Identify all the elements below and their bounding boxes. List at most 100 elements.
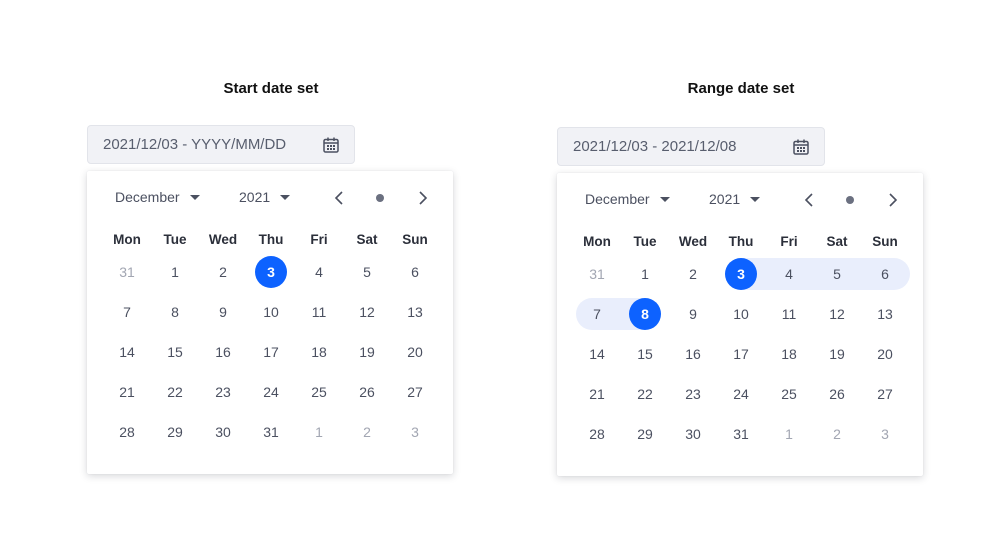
day-cell-outside-month[interactable]: 1: [765, 414, 813, 454]
day-cell[interactable]: 21: [103, 372, 151, 412]
day-cell-inrange[interactable]: 4: [765, 254, 813, 294]
day-cell[interactable]: 26: [813, 374, 861, 414]
day-number: 13: [407, 304, 423, 320]
day-cell[interactable]: 28: [573, 414, 621, 454]
day-number: 26: [359, 384, 375, 400]
weekday-label: Fri: [780, 234, 798, 249]
date-range-input[interactable]: 2021/12/03 - 2021/12/08: [557, 127, 825, 166]
day-cell-inrange[interactable]: 6: [861, 254, 910, 294]
day-cell[interactable]: 17: [717, 334, 765, 374]
calendar-header: December 2021: [87, 171, 453, 225]
day-cell[interactable]: 16: [199, 332, 247, 372]
day-cell[interactable]: 24: [717, 374, 765, 414]
chevron-right-icon[interactable]: [413, 189, 431, 207]
day-cell[interactable]: 12: [813, 294, 861, 334]
day-cell[interactable]: 19: [343, 332, 391, 372]
day-cell[interactable]: 10: [247, 292, 295, 332]
day-cell[interactable]: 6: [391, 252, 439, 292]
day-cell[interactable]: 2: [669, 254, 717, 294]
day-number: 1: [785, 426, 793, 442]
day-cell[interactable]: 16: [669, 334, 717, 374]
day-cell[interactable]: 13: [861, 294, 909, 334]
today-dot-icon[interactable]: [846, 196, 854, 204]
day-cell[interactable]: 21: [573, 374, 621, 414]
day-cell[interactable]: 4: [295, 252, 343, 292]
weekday-label: Tue: [163, 232, 187, 247]
day-number: 25: [311, 384, 327, 400]
chevron-left-icon[interactable]: [331, 189, 349, 207]
month-label: December: [115, 189, 180, 205]
day-cell[interactable]: 15: [621, 334, 669, 374]
day-cell[interactable]: 22: [621, 374, 669, 414]
day-cell-outside-month[interactable]: 3: [391, 412, 439, 452]
day-cell[interactable]: 24: [247, 372, 295, 412]
day-cell[interactable]: 30: [199, 412, 247, 452]
day-cell[interactable]: 12: [343, 292, 391, 332]
day-cell[interactable]: 18: [765, 334, 813, 374]
day-cell[interactable]: 13: [391, 292, 439, 332]
calendar-week-row: 7 8 9 10 11 12 13: [103, 292, 445, 332]
day-cell[interactable]: 8: [151, 292, 199, 332]
day-cell-outside-month[interactable]: 3: [861, 414, 909, 454]
year-select[interactable]: 2021: [239, 189, 291, 205]
day-cell[interactable]: 20: [391, 332, 439, 372]
day-cell-inrange[interactable]: 7: [573, 294, 621, 334]
day-cell-outside-month[interactable]: 2: [813, 414, 861, 454]
day-cell[interactable]: 11: [295, 292, 343, 332]
day-cell[interactable]: 1: [151, 252, 199, 292]
day-cell[interactable]: 27: [861, 374, 909, 414]
day-cell-inrange[interactable]: 5: [813, 254, 861, 294]
day-cell[interactable]: 31: [247, 412, 295, 452]
day-cell[interactable]: 11: [765, 294, 813, 334]
day-cell[interactable]: 5: [343, 252, 391, 292]
day-cell[interactable]: 27: [391, 372, 439, 412]
day-cell[interactable]: 9: [199, 292, 247, 332]
day-cell[interactable]: 10: [717, 294, 765, 334]
weekday-label: Tue: [633, 234, 657, 249]
weekday-label: Sun: [872, 234, 898, 249]
day-cell-outside-month[interactable]: 2: [343, 412, 391, 452]
today-dot-icon[interactable]: [376, 194, 384, 202]
day-cell[interactable]: 29: [621, 414, 669, 454]
calendar-icon[interactable]: [322, 136, 340, 154]
day-cell-range-start[interactable]: 3: [717, 254, 765, 294]
month-select[interactable]: December: [115, 189, 200, 205]
day-cell[interactable]: 1: [621, 254, 669, 294]
day-cell[interactable]: 23: [669, 374, 717, 414]
day-cell[interactable]: 18: [295, 332, 343, 372]
calendar-week-row: 28 29 30 31 1 2 3: [573, 414, 915, 454]
day-cell[interactable]: 20: [861, 334, 909, 374]
day-cell[interactable]: 15: [151, 332, 199, 372]
day-cell[interactable]: 7: [103, 292, 151, 332]
day-cell-range-end[interactable]: 8: [621, 294, 669, 334]
day-cell[interactable]: 17: [247, 332, 295, 372]
weekday-label: Sat: [826, 234, 848, 249]
day-cell-outside-month[interactable]: 31: [103, 252, 151, 292]
day-cell[interactable]: 23: [199, 372, 247, 412]
day-cell[interactable]: 9: [669, 294, 717, 334]
day-cell[interactable]: 30: [669, 414, 717, 454]
calendar-icon[interactable]: [792, 138, 810, 156]
day-cell[interactable]: 25: [765, 374, 813, 414]
day-cell[interactable]: 19: [813, 334, 861, 374]
calendar-popover: December 2021 Mon Tue Wed Thu Fri Sat Su…: [557, 173, 923, 476]
day-cell[interactable]: 14: [573, 334, 621, 374]
year-select[interactable]: 2021: [709, 191, 761, 207]
month-select[interactable]: December: [585, 191, 670, 207]
day-cell[interactable]: 2: [199, 252, 247, 292]
day-cell[interactable]: 28: [103, 412, 151, 452]
day-cell-selected[interactable]: 3: [247, 252, 295, 292]
day-number: 26: [829, 386, 845, 402]
calendar-week-row: 21 22 23 24 25 26 27: [573, 374, 915, 414]
day-cell[interactable]: 31: [717, 414, 765, 454]
date-range-input[interactable]: 2021/12/03 - YYYY/MM/DD: [87, 125, 355, 164]
chevron-right-icon[interactable]: [883, 191, 901, 209]
day-cell[interactable]: 26: [343, 372, 391, 412]
day-cell[interactable]: 22: [151, 372, 199, 412]
day-cell-outside-month[interactable]: 1: [295, 412, 343, 452]
chevron-left-icon[interactable]: [801, 191, 819, 209]
day-cell[interactable]: 25: [295, 372, 343, 412]
day-cell[interactable]: 29: [151, 412, 199, 452]
day-cell[interactable]: 14: [103, 332, 151, 372]
day-cell-outside-month[interactable]: 31: [573, 254, 621, 294]
